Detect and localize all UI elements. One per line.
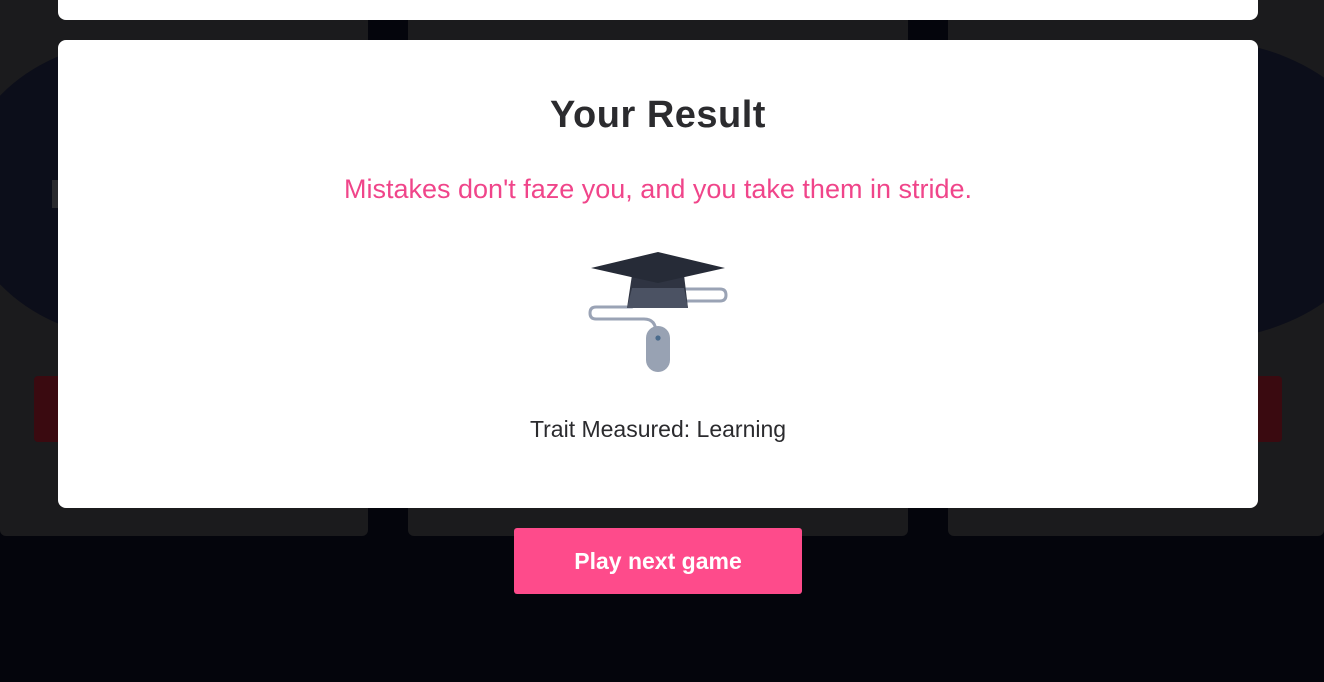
trait-measured: Trait Measured: Learning	[529, 416, 787, 442]
graduation-cap-mouse-icon	[588, 252, 728, 372]
previous-card-edge	[58, 0, 1258, 20]
play-next-game-button[interactable]: Play next game	[514, 528, 802, 594]
game-result-screen: Your Result Mistakes don't faze you, and…	[0, 0, 1324, 682]
result-message: Mistakes don't faze you, and you take th…	[344, 174, 972, 204]
result-card: Your Result Mistakes don't faze you, and…	[58, 40, 1258, 508]
result-title: Your Result	[550, 94, 766, 136]
